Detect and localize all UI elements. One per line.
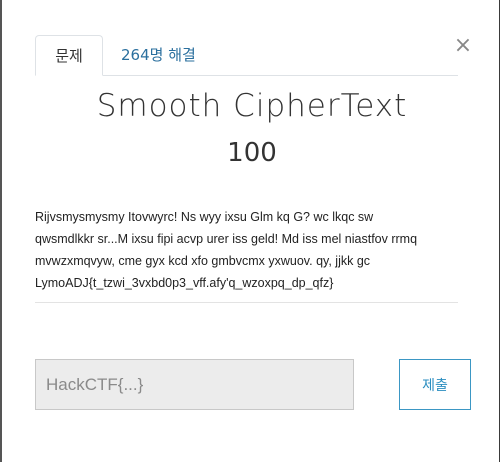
- tab-solves[interactable]: 264명 해결: [107, 35, 210, 75]
- challenge-title: Smooth CipherText: [96, 88, 408, 124]
- challenge-description: Rijvsmysmysmy Itovwyrc! Ns wyy ixsu Glm …: [35, 210, 418, 290]
- challenge-modal: 문제 264명 해결 × Smooth CipherText 100 Rijvs…: [2, 0, 499, 462]
- close-icon[interactable]: ×: [453, 34, 473, 58]
- modal-tabs: 문제 264명 해결: [35, 35, 458, 76]
- submit-button[interactable]: 제출: [399, 359, 471, 410]
- flag-input[interactable]: [35, 359, 354, 410]
- divider: [35, 302, 458, 303]
- challenge-points: 100: [227, 138, 277, 168]
- tab-challenge[interactable]: 문제: [35, 35, 103, 76]
